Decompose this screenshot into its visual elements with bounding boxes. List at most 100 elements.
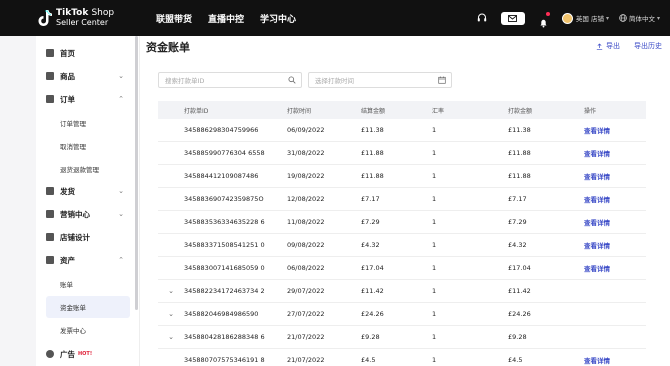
settlement-amount-cell: £9.28 bbox=[361, 333, 380, 341]
messages-button[interactable] bbox=[500, 11, 525, 25]
store-switcher[interactable]: 英国 店铺 ▾ bbox=[561, 12, 609, 24]
chevron-down-icon: ⌄ bbox=[118, 187, 124, 195]
sidebar: 首页 商品 ⌄ 订单 ⌃ 订单管理 取消管理 退货退款管理 发货 ⌄ 营销中心 … bbox=[36, 36, 140, 366]
ads-icon bbox=[46, 350, 54, 358]
payment-id-cell: 345883007141685059 0 bbox=[184, 264, 265, 272]
chevron-down-icon: ⌄ bbox=[118, 72, 124, 80]
view-details-link[interactable]: 查看详情 bbox=[584, 148, 646, 158]
product-icon bbox=[46, 72, 54, 80]
exchange-rate-cell: 1 bbox=[432, 195, 437, 203]
sidebar-sub-returns-refunds[interactable]: 退货退款管理 bbox=[60, 164, 99, 174]
table-row: 345883690742359875O 12/08/2022 £7.17 1 £7.17… bbox=[158, 188, 646, 211]
nav-affiliate[interactable]: 联盟带货 bbox=[156, 12, 192, 25]
fund-statement-table: 打款单ID 打款时间 结算金额 汇率 打款金额 操作 3458862983047… bbox=[158, 101, 646, 366]
expand-row-chevron-icon[interactable]: ⌄ bbox=[158, 310, 184, 318]
sidebar-sub-label: 资金账单 bbox=[60, 304, 86, 312]
view-details-link[interactable]: 查看详情 bbox=[584, 355, 646, 365]
exchange-rate-cell: 1 bbox=[432, 264, 437, 272]
sidebar-item-home[interactable]: 首页 bbox=[36, 42, 134, 64]
exchange-rate-cell: 1 bbox=[432, 218, 437, 226]
view-details-link[interactable]: 查看详情 bbox=[584, 263, 646, 273]
payment-id-cell: 345883690742359875O bbox=[184, 195, 264, 203]
sidebar-item-products[interactable]: 商品 ⌄ bbox=[36, 65, 134, 87]
search-input[interactable]: 搜索打款单ID bbox=[158, 72, 302, 88]
export-label: 导出 bbox=[606, 42, 620, 50]
headset-icon[interactable] bbox=[477, 13, 487, 23]
payment-time-cell: 21/07/2022 bbox=[287, 333, 325, 341]
logo-subtitle: Seller Center bbox=[56, 18, 109, 27]
export-button[interactable]: 导出 bbox=[596, 41, 620, 51]
payment-amount-cell: £4.5 bbox=[508, 356, 523, 364]
exchange-rate-cell: 1 bbox=[432, 241, 437, 249]
exchange-rate-cell: 1 bbox=[432, 310, 437, 318]
logo-shop: Shop bbox=[91, 8, 115, 18]
chevron-up-icon: ⌃ bbox=[118, 256, 124, 264]
upload-icon bbox=[596, 43, 603, 50]
sidebar-item-ads[interactable]: 广告 HOT! bbox=[36, 343, 134, 365]
settlement-amount-cell: £17.04 bbox=[361, 264, 384, 272]
date-placeholder: 选择打款时间 bbox=[315, 77, 354, 85]
payment-amount-cell: £24.26 bbox=[508, 310, 531, 318]
settlement-amount-cell: £4.32 bbox=[361, 241, 380, 249]
column-header-payment-amount: 打款金额 bbox=[508, 107, 533, 115]
main-content: 资金账单 导出 导出历史 搜索打款单ID 选择打款时间 打款单ID 打款时间 结… bbox=[140, 36, 670, 366]
sidebar-sub-cancellations[interactable]: 取消管理 bbox=[60, 141, 86, 151]
sidebar-sub-bills[interactable]: 账单 bbox=[60, 279, 73, 289]
settlement-amount-cell: £7.17 bbox=[361, 195, 380, 203]
order-icon bbox=[46, 95, 54, 103]
sidebar-item-label: 广告 bbox=[60, 349, 75, 359]
sidebar-item-label: 商品 bbox=[60, 71, 75, 81]
store-avatar bbox=[561, 12, 573, 24]
payment-time-cell: 12/08/2022 bbox=[287, 195, 325, 203]
sidebar-item-store-design[interactable]: 店铺设计 bbox=[36, 226, 134, 248]
mail-icon bbox=[508, 14, 518, 22]
payment-time-cell: 06/09/2022 bbox=[287, 126, 325, 134]
date-picker-input[interactable]: 选择打款时间 bbox=[308, 72, 452, 88]
view-details-link[interactable]: 查看详情 bbox=[584, 240, 646, 250]
table-body: 345886298304759966 06/09/2022 £11.38 1 £11.3… bbox=[158, 119, 646, 366]
sidebar-item-label: 营销中心 bbox=[60, 209, 90, 219]
tiktok-shop-logo[interactable]: TikTok Shop Seller Center bbox=[38, 9, 150, 27]
view-details-link[interactable]: 查看详情 bbox=[584, 125, 646, 135]
sidebar-item-marketing[interactable]: 营销中心 ⌄ bbox=[36, 203, 134, 225]
payment-id-cell: 345880707575346191 8 bbox=[184, 356, 265, 364]
language-switcher[interactable]: 简体中文 ▾ bbox=[619, 13, 660, 23]
search-icon[interactable] bbox=[288, 76, 296, 84]
sidebar-item-orders[interactable]: 订单 ⌃ bbox=[36, 88, 134, 110]
view-details-link[interactable]: 查看详情 bbox=[584, 217, 646, 227]
sidebar-sub-fund-statement[interactable]: 资金账单 bbox=[46, 296, 130, 318]
payment-amount-cell: £4.32 bbox=[508, 241, 527, 249]
view-details-link[interactable]: 查看详情 bbox=[584, 194, 646, 204]
sidebar-item-shipping[interactable]: 发货 ⌄ bbox=[36, 180, 134, 202]
view-details-link[interactable]: 查看详情 bbox=[584, 171, 646, 181]
payment-amount-cell: £9.28 bbox=[508, 333, 527, 341]
page-title: 资金账单 bbox=[146, 41, 190, 54]
store-label: 英国 店铺 bbox=[575, 15, 604, 23]
payment-time-cell: 21/07/2022 bbox=[287, 356, 325, 364]
logo-title: TikTok bbox=[56, 8, 89, 18]
settlement-amount-cell: £4.5 bbox=[361, 356, 376, 364]
hot-badge: HOT! bbox=[78, 351, 93, 357]
notification-bell-icon[interactable] bbox=[539, 12, 550, 28]
column-header-payment-id: 打款单ID bbox=[184, 107, 209, 115]
sidebar-sub-invoice-center[interactable]: 发票中心 bbox=[60, 325, 86, 335]
expand-row-chevron-icon[interactable]: ⌄ bbox=[158, 333, 184, 341]
table-row: ⌄ 345882046984986590 27/07/2022 £24.26 1 £24.… bbox=[158, 303, 646, 326]
payment-amount-cell: £11.88 bbox=[508, 172, 531, 180]
table-row: 345885990776304 6558 31/08/2022 £11.88 1 £11… bbox=[158, 142, 646, 165]
sidebar-scrollbar[interactable] bbox=[135, 36, 138, 310]
marketing-icon bbox=[46, 210, 54, 218]
expand-row-chevron-icon[interactable]: ⌄ bbox=[158, 287, 184, 295]
settlement-amount-cell: £11.88 bbox=[361, 172, 384, 180]
settlement-amount-cell: £11.42 bbox=[361, 287, 384, 295]
nav-learning-center[interactable]: 学习中心 bbox=[260, 12, 296, 25]
export-history-button[interactable]: 导出历史 bbox=[634, 41, 662, 51]
payment-time-cell: 29/07/2022 bbox=[287, 287, 325, 295]
top-navigation-bar: TikTok Shop Seller Center 联盟带货 直播中控 学习中心… bbox=[0, 0, 670, 36]
assets-icon bbox=[46, 256, 54, 264]
sidebar-sub-order-management[interactable]: 订单管理 bbox=[60, 118, 86, 128]
payment-amount-cell: £11.42 bbox=[508, 287, 531, 295]
sidebar-item-assets[interactable]: 资产 ⌃ bbox=[36, 249, 134, 271]
payment-id-cell: 345880428186288348 6 bbox=[184, 333, 265, 341]
nav-live-control[interactable]: 直播中控 bbox=[208, 12, 244, 25]
